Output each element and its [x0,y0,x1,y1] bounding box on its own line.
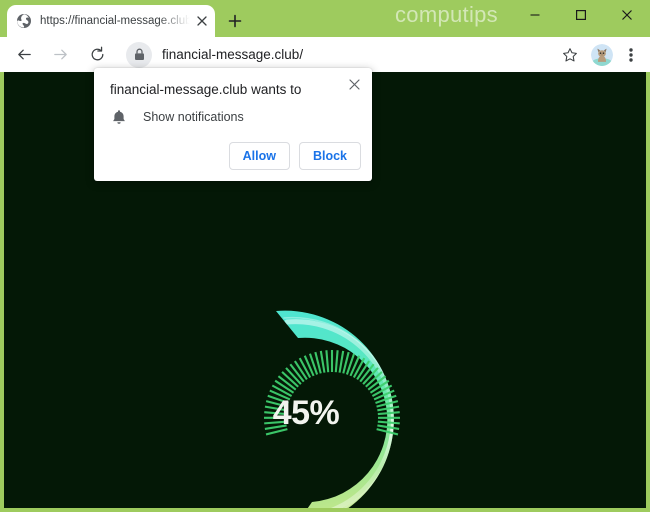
close-icon[interactable] [604,0,650,30]
toolbar-actions [556,41,650,69]
notification-permission-dialog: financial-message.club wants to Show not… [94,68,372,181]
close-tab-icon[interactable] [193,12,211,30]
browser-toolbar: financial-message.club/ [0,37,650,72]
browser-window: computips https://financial-message.club… [0,0,650,512]
gauge-value-label: 45% [272,394,340,432]
progress-gauge: 45% [232,296,432,508]
new-tab-button[interactable] [222,8,248,34]
watermark: computips [395,2,498,27]
forward-arrow-icon[interactable] [46,41,74,69]
avatar[interactable] [588,41,616,69]
tab-title: https://financial-message.club/gi [40,15,191,27]
title-bar: computips https://financial-message.club… [0,0,650,37]
window-controls [512,0,650,37]
reload-icon[interactable] [83,41,111,69]
bell-icon [110,108,128,126]
dialog-actions: Allow Block [228,142,361,170]
url-text[interactable]: financial-message.club/ [162,47,303,62]
star-icon[interactable] [556,41,584,69]
lock-icon[interactable] [126,41,152,68]
dialog-title: financial-message.club wants to [110,82,302,97]
maximize-icon[interactable] [558,0,604,30]
browser-tab[interactable]: https://financial-message.club/gi [7,5,215,37]
close-icon[interactable] [344,74,364,94]
permission-label: Show notifications [143,110,244,124]
permission-row: Show notifications [110,108,244,126]
three-dot-menu-icon[interactable] [618,41,644,69]
minimize-icon[interactable] [512,0,558,30]
avatar-icon [591,43,613,66]
back-arrow-icon[interactable] [10,41,38,69]
block-button[interactable]: Block [298,142,361,170]
allow-button[interactable]: Allow [228,142,290,170]
globe-icon [16,13,32,29]
address-bar[interactable]: financial-message.club/ [123,40,550,69]
